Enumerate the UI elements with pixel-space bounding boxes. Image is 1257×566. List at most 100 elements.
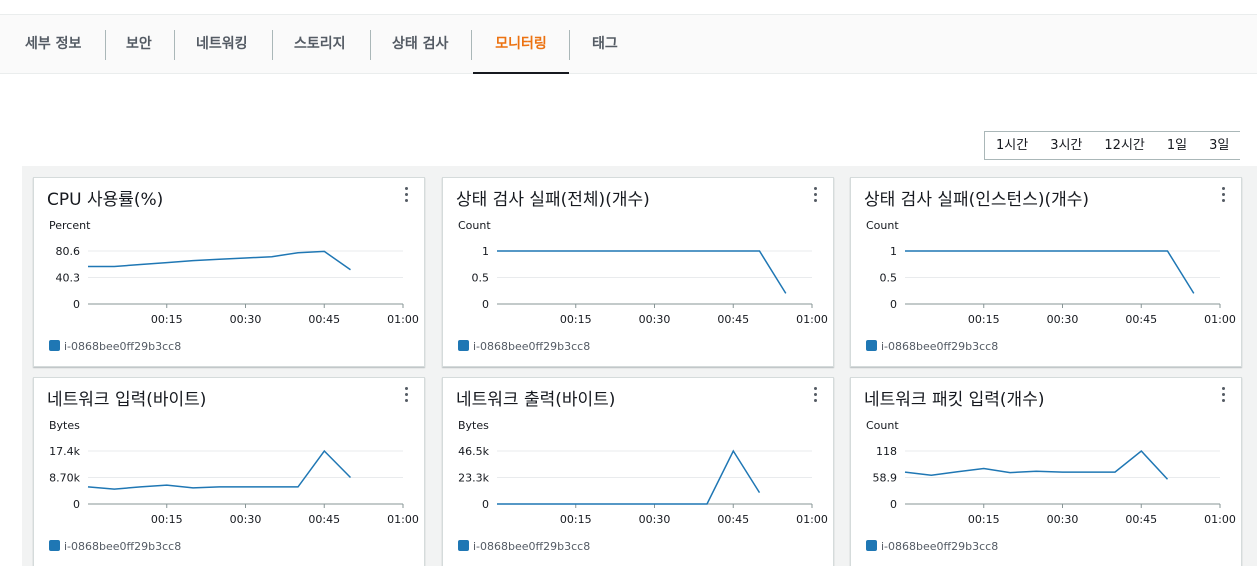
tab-security[interactable]: 보안 [126, 15, 152, 74]
series-line [87, 449, 352, 490]
tab-divider [174, 30, 175, 60]
widget-unit-label: Percent [49, 219, 91, 232]
x-tick-label: 00:15 [968, 513, 1000, 526]
x-tick-label: 00:30 [1047, 513, 1079, 526]
metric-widget-network-packets-in: 네트워크 패킷 입력(개수) Count 118 58.9 0 00:15 00:30 0… [850, 377, 1242, 566]
range-1d-button[interactable]: 1일 [1156, 132, 1198, 159]
y-tick-label: 17.4k [49, 445, 80, 458]
tab-networking[interactable]: 네트워킹 [196, 15, 248, 74]
kebab-menu-icon[interactable] [404, 387, 410, 403]
line-chart: 118 58.9 0 00:15 00:30 00:45 01:00 [873, 445, 1236, 526]
x-tick-label: 00:15 [560, 513, 592, 526]
chart-legend[interactable]: i-0868bee0ff29b3cc8 [458, 340, 590, 353]
tab-divider [471, 30, 472, 60]
kebab-menu-icon[interactable] [404, 187, 410, 203]
kebab-menu-icon[interactable] [1221, 187, 1227, 203]
x-tick-label: 01:00 [387, 513, 419, 526]
range-3h-button[interactable]: 3시간 [1039, 132, 1093, 159]
x-tick-label: 00:45 [308, 313, 340, 326]
series-line [904, 449, 1169, 480]
legend-swatch [458, 540, 469, 551]
chart-legend[interactable]: i-0868bee0ff29b3cc8 [49, 540, 181, 553]
x-tick-label: 00:45 [717, 513, 749, 526]
y-tick-label: 23.3k [458, 472, 489, 485]
kebab-menu-icon[interactable] [1221, 387, 1227, 403]
kebab-menu-icon[interactable] [813, 387, 819, 403]
tab-storage[interactable]: 스토리지 [294, 15, 346, 74]
y-tick-label: 46.5k [458, 445, 489, 458]
chart-legend[interactable]: i-0868bee0ff29b3cc8 [458, 540, 590, 553]
chart-legend[interactable]: i-0868bee0ff29b3cc8 [49, 340, 181, 353]
tab-tags[interactable]: 태그 [592, 15, 618, 74]
tab-divider [105, 30, 106, 60]
y-tick-label: 1 [482, 245, 489, 258]
y-tick-label: 58.9 [873, 472, 898, 485]
x-tick-label: 00:30 [639, 513, 671, 526]
y-tick-label: 0 [890, 498, 897, 511]
x-tick-label: 01:00 [387, 313, 419, 326]
widget-title: 네트워크 입력(바이트) [47, 390, 207, 410]
legend-swatch [49, 540, 60, 551]
x-tick-label: 00:45 [1125, 313, 1157, 326]
tab-divider [272, 30, 273, 60]
legend-label: i-0868bee0ff29b3cc8 [473, 340, 591, 353]
y-tick-label: 40.3 [56, 272, 81, 285]
widget-unit-label: Bytes [458, 419, 489, 432]
legend-label: i-0868bee0ff29b3cc8 [473, 540, 591, 553]
x-tick-label: 00:15 [560, 313, 592, 326]
metric-widget-network-in: 네트워크 입력(바이트) Bytes 17.4k 8.70k 0 00:15 00:30… [33, 377, 425, 566]
legend-swatch [866, 340, 877, 351]
x-tick-label: 00:15 [151, 513, 183, 526]
legend-swatch [866, 540, 877, 551]
widget-unit-label: Count [866, 419, 899, 432]
x-tick-label: 00:15 [151, 313, 183, 326]
chart-legend[interactable]: i-0868bee0ff29b3cc8 [866, 540, 998, 553]
legend-label: i-0868bee0ff29b3cc8 [64, 340, 182, 353]
tab-divider [569, 30, 570, 60]
x-tick-label: 00:45 [1125, 513, 1157, 526]
x-tick-label: 00:30 [230, 313, 262, 326]
tab-status-checks[interactable]: 상태 검사 [392, 15, 448, 74]
range-3d-button[interactable]: 3일 [1198, 132, 1240, 159]
tab-divider [370, 30, 371, 60]
x-tick-label: 01:00 [796, 513, 828, 526]
y-tick-label: 0 [482, 298, 489, 311]
y-tick-label: 0 [73, 498, 80, 511]
widget-title: 네트워크 패킷 입력(개수) [864, 390, 1045, 410]
line-chart: 46.5k 23.3k 0 00:15 00:30 00:45 01:00 [458, 445, 828, 526]
metric-widget-status-check-instance: 상태 검사 실패(인스턴스)(개수) Count 1 0.5 0 00:15 00:30… [850, 177, 1242, 367]
metric-widget-status-check-total: 상태 검사 실패(전체)(개수) Count 1 0.5 0 00:15 00:30 00… [442, 177, 834, 367]
series-line [905, 250, 1195, 294]
x-tick-label: 00:30 [230, 513, 262, 526]
widget-title: 상태 검사 실패(전체)(개수) [456, 190, 650, 210]
x-tick-label: 01:00 [1204, 313, 1236, 326]
widget-unit-label: Count [458, 219, 491, 232]
series-line [88, 250, 351, 271]
x-tick-label: 01:00 [1204, 513, 1236, 526]
widget-title: 네트워크 출력(바이트) [456, 390, 616, 410]
series-line [497, 250, 787, 294]
metric-widget-network-out: 네트워크 출력(바이트) Bytes 46.5k 23.3k 0 00:15 00:30… [442, 377, 834, 566]
y-tick-label: 0 [482, 498, 489, 511]
widget-unit-label: Count [866, 219, 899, 232]
metric-widget-cpu: CPU 사용률(%) Percent 80.6 40.3 0 00:15 00:30 00… [33, 177, 425, 367]
time-range-selector: 1시간 3시간 12시간 1일 3일 [984, 131, 1241, 160]
legend-swatch [49, 340, 60, 351]
x-tick-label: 00:30 [639, 313, 671, 326]
tab-details[interactable]: 세부 정보 [25, 15, 81, 74]
range-12h-button[interactable]: 12시간 [1093, 132, 1155, 159]
tab-bar: 세부 정보 보안 네트워킹 스토리지 상태 검사 모니터링 태그 [0, 14, 1257, 74]
widget-unit-label: Bytes [49, 419, 80, 432]
kebab-menu-icon[interactable] [813, 187, 819, 203]
y-tick-label: 118 [876, 445, 897, 458]
y-tick-label: 1 [890, 245, 897, 258]
widget-title: CPU 사용률(%) [47, 190, 164, 210]
range-1h-button[interactable]: 1시간 [985, 132, 1039, 159]
line-chart: 1 0.5 0 00:15 00:30 00:45 01:00 [880, 245, 1236, 326]
y-tick-label: 0 [890, 298, 897, 311]
y-tick-label: 0.5 [880, 272, 898, 285]
tab-monitoring[interactable]: 모니터링 [473, 15, 569, 74]
y-tick-label: 0 [73, 298, 80, 311]
top-strip [0, 0, 1257, 14]
chart-legend[interactable]: i-0868bee0ff29b3cc8 [866, 340, 998, 353]
